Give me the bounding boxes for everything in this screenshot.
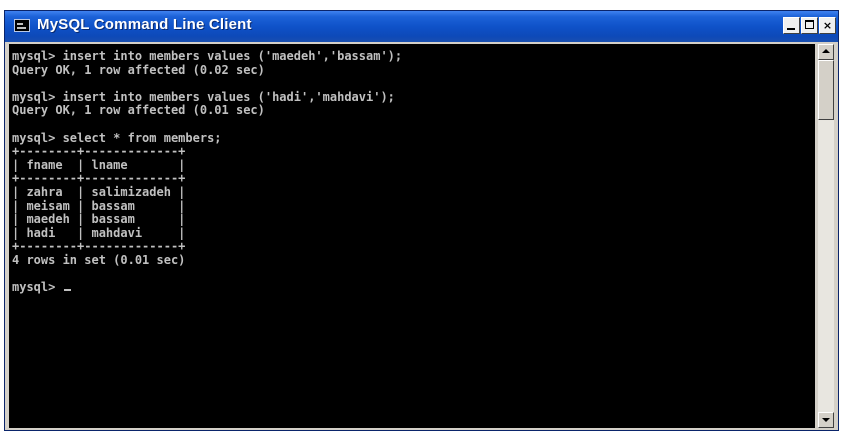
minimize-button[interactable]	[783, 17, 800, 34]
console-line: Query OK, 1 row affected (0.02 sec)	[12, 62, 265, 77]
window-title: MySQL Command Line Client	[37, 16, 252, 33]
console-line: Query OK, 1 row affected (0.01 sec)	[12, 103, 265, 118]
scroll-down-arrow-icon[interactable]	[818, 412, 834, 428]
close-icon: ×	[822, 18, 833, 32]
console-output[interactable]: mysql> insert into members values ('maed…	[9, 44, 815, 428]
console-line: | fname | lname |	[12, 157, 186, 172]
console-line: mysql> select * from members;	[12, 130, 222, 145]
console-line: | zahra | salimizadeh |	[12, 184, 186, 199]
console-line: +--------+-------------+	[12, 171, 186, 186]
scroll-up-arrow-icon[interactable]	[818, 44, 834, 60]
title-bar[interactable]: MySQL Command Line Client ×	[5, 11, 838, 42]
console-line: | maedeh | bassam |	[12, 212, 186, 227]
text-cursor	[63, 289, 71, 292]
console-line: mysql> insert into members values ('maed…	[12, 49, 403, 63]
console-prompt-line: mysql>	[12, 280, 815, 295]
console-prompt: mysql>	[12, 280, 63, 295]
console-line: 4 rows in set (0.01 sec)	[12, 252, 186, 267]
console-line: | hadi | mahdavi |	[12, 225, 186, 240]
console-line: | meisam | bassam |	[12, 198, 186, 213]
vertical-scrollbar[interactable]	[817, 44, 834, 428]
console-line: +--------+-------------+	[12, 144, 186, 159]
console-line: +--------+-------------+	[12, 239, 186, 254]
maximize-button[interactable]	[801, 17, 818, 34]
maximize-icon	[805, 20, 814, 29]
scrollbar-thumb[interactable]	[818, 60, 834, 120]
mysql-console-window: MySQL Command Line Client × mysql> inser…	[4, 10, 839, 431]
close-button[interactable]: ×	[819, 17, 836, 34]
console-line: mysql> insert into members values ('hadi…	[12, 89, 395, 104]
console-app-icon[interactable]	[14, 19, 30, 32]
minimize-icon	[787, 28, 795, 30]
